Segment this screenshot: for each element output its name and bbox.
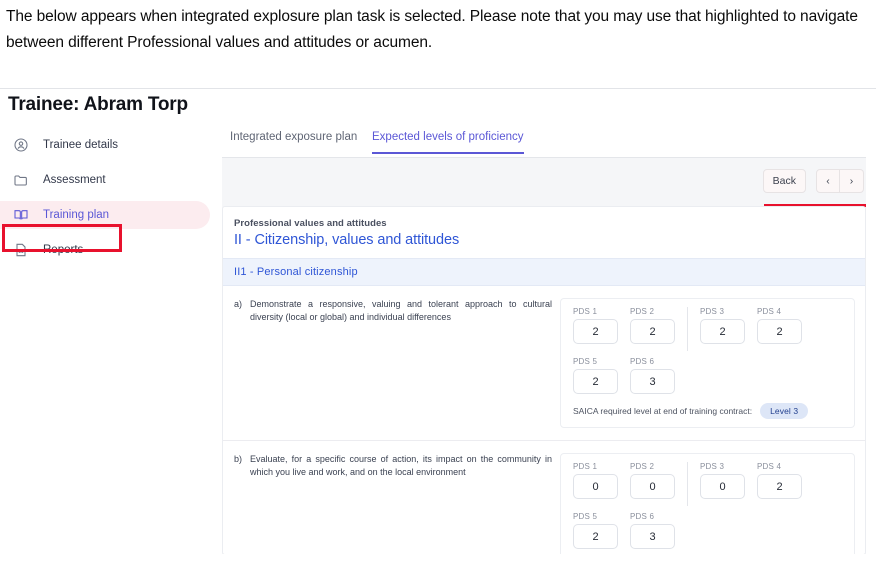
pds-label: PDS 5 — [573, 357, 598, 366]
report-chart-icon — [12, 241, 30, 259]
competency-description: Demonstrate a responsive, valuing and to… — [250, 299, 552, 322]
pds-cell-6: PDS 6 3 — [630, 512, 675, 549]
sidebar: Trainee details Assessment Training plan… — [0, 124, 222, 554]
pds-input[interactable]: 2 — [630, 319, 675, 344]
page-title: Trainee: Abram Torp — [8, 94, 188, 115]
pds-cell-3: PDS 3 0 — [700, 462, 745, 499]
competency-row: b) Evaluate, for a specific course of ac… — [223, 440, 865, 554]
pds-input[interactable]: 0 — [630, 474, 675, 499]
status-badge: Level 3 — [760, 403, 809, 419]
pds-row-second: PDS 5 2 PDS 6 3 — [573, 512, 844, 549]
pds-label: PDS 1 — [573, 307, 598, 316]
app-header: Trainee: Abram Torp — [0, 89, 876, 124]
pds-input[interactable]: 2 — [573, 369, 618, 394]
next-button[interactable]: › — [840, 169, 864, 193]
pds-cell-5: PDS 5 2 — [573, 357, 618, 394]
saica-required-level: SAICA required level at end of training … — [573, 403, 844, 419]
competency-text: a) Demonstrate a responsive, valuing and… — [234, 298, 552, 428]
sidebar-item-assessment[interactable]: Assessment — [0, 166, 210, 194]
pds-label: PDS 4 — [757, 307, 782, 316]
sidebar-item-label: Trainee details — [43, 139, 119, 151]
folder-icon — [12, 171, 30, 189]
main-panel: Integrated exposure plan Expected levels… — [222, 124, 876, 554]
competency-text: b) Evaluate, for a specific course of ac… — [234, 453, 552, 554]
competency-letter: a) — [234, 299, 243, 309]
panel-right-edge — [866, 124, 876, 554]
pds-row-first: PDS 1 0 PDS 2 0 PDS 3 0 PDS 4 2 — [573, 462, 844, 506]
sidebar-item-training-plan[interactable]: Training plan — [0, 201, 210, 229]
pds-input[interactable]: 0 — [573, 474, 618, 499]
pds-label: PDS 4 — [757, 462, 782, 471]
competency-letter: b) — [234, 454, 243, 464]
pds-label: PDS 6 — [630, 357, 655, 366]
sidebar-item-label: Assessment — [43, 174, 106, 186]
pds-cell-4: PDS 4 2 — [757, 462, 802, 499]
sidebar-item-label: Reports — [43, 244, 84, 256]
book-icon — [12, 206, 30, 224]
pds-cell-3: PDS 3 2 — [700, 307, 745, 344]
pds-input[interactable]: 2 — [757, 319, 802, 344]
pds-input[interactable]: 2 — [757, 474, 802, 499]
pds-cell-2: PDS 2 0 — [630, 462, 675, 499]
back-button[interactable]: Back — [762, 169, 806, 193]
sidebar-item-trainee-details[interactable]: Trainee details — [0, 131, 210, 159]
previous-button[interactable]: ‹ — [816, 169, 840, 193]
pds-input[interactable]: 2 — [573, 524, 618, 549]
pds-label: PDS 2 — [630, 307, 655, 316]
sidebar-item-label: Training plan — [43, 209, 110, 221]
pds-divider — [687, 307, 688, 351]
pds-panel: PDS 1 2 PDS 2 2 PDS 3 2 PDS 4 2 PDS 5 2 … — [560, 298, 855, 428]
pds-input[interactable]: 2 — [573, 319, 618, 344]
pds-label: PDS 3 — [700, 307, 725, 316]
pds-label: PDS 5 — [573, 512, 598, 521]
screenshot-root: The below appears when integrated explos… — [0, 0, 876, 562]
card-header: Professional values and attitudes II - C… — [223, 207, 865, 258]
tab-integrated-exposure-plan[interactable]: Integrated exposure plan — [230, 131, 357, 152]
pds-input[interactable]: 2 — [700, 319, 745, 344]
sidebar-item-reports[interactable]: Reports — [0, 236, 210, 264]
pds-cell-6: PDS 6 3 — [630, 357, 675, 394]
card-overline: Professional values and attitudes — [234, 218, 387, 229]
pds-row-first: PDS 1 2 PDS 2 2 PDS 3 2 PDS 4 2 — [573, 307, 844, 351]
pds-input[interactable]: 3 — [630, 369, 675, 394]
pds-cell-4: PDS 4 2 — [757, 307, 802, 344]
pds-label: PDS 3 — [700, 462, 725, 471]
navigation-button-group: Back ‹ › — [762, 169, 864, 193]
tab-bar: Integrated exposure plan Expected levels… — [222, 124, 876, 158]
pds-panel: PDS 1 0 PDS 2 0 PDS 3 0 PDS 4 2 PDS 5 2 … — [560, 453, 855, 554]
application-window: Trainee: Abram Torp Trainee details Asse… — [0, 88, 876, 554]
pds-cell-1: PDS 1 0 — [573, 462, 618, 499]
toolbar: Back ‹ › — [222, 158, 876, 206]
pds-input[interactable]: 0 — [700, 474, 745, 499]
pds-label: PDS 2 — [630, 462, 655, 471]
section-subheading: II1 - Personal citizenship — [223, 258, 865, 286]
pds-label: PDS 6 — [630, 512, 655, 521]
pds-label: PDS 1 — [573, 462, 598, 471]
user-circle-icon — [12, 136, 30, 154]
pds-input[interactable]: 3 — [630, 524, 675, 549]
proficiency-card: Professional values and attitudes II - C… — [222, 206, 866, 554]
pds-cell-5: PDS 5 2 — [573, 512, 618, 549]
tab-expected-levels-of-proficiency[interactable]: Expected levels of proficiency — [372, 131, 524, 154]
pds-divider — [687, 462, 688, 506]
card-headline: II - Citizenship, values and attitudes — [234, 232, 460, 248]
pds-row-second: PDS 5 2 PDS 6 3 — [573, 357, 844, 394]
page-bottom-strip — [0, 554, 876, 562]
competency-description: Evaluate, for a specific course of actio… — [250, 454, 552, 477]
pds-cell-1: PDS 1 2 — [573, 307, 618, 344]
instruction-paragraph: The below appears when integrated explos… — [6, 8, 858, 51]
pds-cell-2: PDS 2 2 — [630, 307, 675, 344]
saica-label: SAICA required level at end of training … — [573, 406, 753, 416]
competency-row: a) Demonstrate a responsive, valuing and… — [223, 286, 865, 440]
